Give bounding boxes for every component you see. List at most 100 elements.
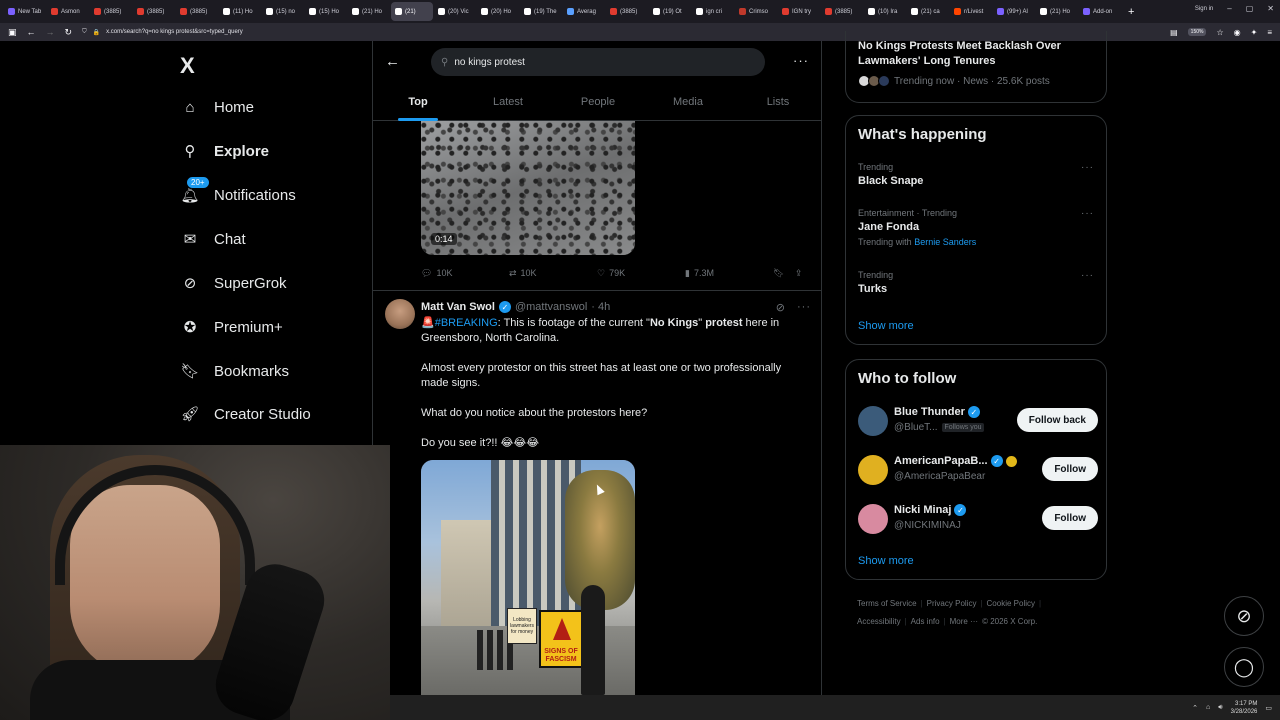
show-more-link[interactable]: Show more — [858, 555, 914, 567]
follow-suggestion[interactable]: AmericanPapaB... ✓ @AmericaPapaBear Follow — [858, 453, 1098, 489]
browser-tab[interactable]: (15) no — [262, 2, 304, 21]
author-name[interactable]: Matt Van Swol — [421, 301, 495, 313]
footer-link[interactable]: More ··· — [950, 617, 978, 626]
browser-tab[interactable]: Averag — [563, 2, 605, 21]
browser-tab[interactable]: (3885) — [133, 2, 175, 21]
share-button[interactable]: ⇪ — [795, 268, 803, 279]
browser-tab[interactable]: (21) ca — [907, 2, 949, 21]
trend-item[interactable]: Trending Black Snape ··· — [858, 162, 1098, 187]
nav-item-bookmarks[interactable]: 🔖︎ Bookmarks — [180, 357, 289, 385]
browser-tab[interactable]: (21) — [391, 2, 433, 21]
close-window-icon[interactable]: ✕ — [1267, 4, 1274, 13]
footer-link[interactable]: Ads info — [911, 617, 940, 626]
chat-fab[interactable]: ◯ — [1224, 647, 1264, 687]
forward-icon[interactable]: → — [46, 27, 55, 37]
nav-item-notifications[interactable]: 🔔︎ 20+ Notifications — [180, 176, 296, 209]
tray-chevron-icon[interactable]: ⌃ — [1192, 704, 1198, 712]
menu-icon[interactable]: ≡ — [1267, 28, 1272, 37]
nav-item-explore[interactable]: ⚲ Explore — [180, 137, 270, 165]
browser-tab[interactable]: (21) Ho — [348, 2, 390, 21]
author-handle[interactable]: @mattvanswol — [515, 301, 587, 313]
trending-news-card[interactable]: No Kings Protests Meet Backlash Over Law… — [845, 31, 1107, 103]
browser-tab[interactable]: r/Livest — [950, 2, 992, 21]
tab-lists[interactable]: Lists — [733, 83, 821, 120]
browser-tab[interactable]: Asmon — [47, 2, 89, 21]
grok-icon[interactable]: ⊘ — [776, 301, 785, 314]
follow-button[interactable]: Follow — [1042, 457, 1098, 481]
nav-item-chat[interactable]: ✉ Chat — [180, 225, 246, 253]
nav-item-creator-studio[interactable]: 🚀︎ Creator Studio — [180, 400, 310, 428]
browser-tab[interactable]: IGN try — [778, 2, 820, 21]
suggestion-name[interactable]: Nicki Minaj ✓ — [894, 504, 967, 516]
follow-button[interactable]: Follow — [1042, 506, 1098, 530]
network-icon[interactable]: ⌂ — [1206, 704, 1210, 711]
browser-tab[interactable]: (11) Ho — [219, 2, 261, 21]
footer-link[interactable]: Privacy Policy — [927, 599, 977, 608]
new-tab-icon[interactable]: + — [1128, 6, 1134, 18]
tweet-photo[interactable]: Lobbing lawmakers for money SIGNS OF FAS… — [421, 460, 635, 696]
browser-tab[interactable]: (3885) — [90, 2, 132, 21]
browser-tab[interactable]: (15) Ho — [305, 2, 347, 21]
avatar[interactable] — [385, 299, 415, 329]
browser-tab[interactable]: (3885) — [606, 2, 648, 21]
reload-icon[interactable]: ↻ — [65, 27, 73, 38]
news-headline[interactable]: No Kings Protests Meet Backlash Over Law… — [858, 39, 1088, 69]
zoom-level[interactable]: 150% — [1187, 28, 1207, 36]
avatar[interactable] — [858, 455, 888, 485]
trend-more-icon[interactable]: ··· — [1081, 162, 1094, 173]
grok-fab[interactable]: ⊘ — [1224, 596, 1264, 636]
footer-link[interactable]: © 2026 X Corp. — [982, 617, 1037, 626]
browser-tab[interactable]: (10) Ira — [864, 2, 906, 21]
footer-link[interactable]: Terms of Service — [857, 599, 917, 608]
sidebar-toggle-icon[interactable]: ▣ — [8, 27, 17, 38]
search-input[interactable]: ⚲ no kings protest — [431, 48, 765, 76]
browser-tab[interactable]: ign cri — [692, 2, 734, 21]
system-clock[interactable]: 3:17 PM 3/28/2026 — [1231, 700, 1258, 716]
sign-in-link[interactable]: Sign in — [1195, 6, 1213, 12]
footer-link[interactable]: Accessibility — [857, 617, 901, 626]
maximize-icon[interactable]: ▢ — [1246, 4, 1254, 13]
tab-latest[interactable]: Latest — [463, 83, 553, 120]
tweet-more-icon[interactable]: ··· — [797, 301, 811, 313]
follow-suggestion[interactable]: Blue Thunder ✓ @BlueT... Follows you Follow … — [858, 404, 1098, 440]
tab-top[interactable]: Top — [373, 83, 463, 120]
nav-item-premium[interactable]: ✪ Premium+ — [180, 313, 283, 341]
star-icon[interactable]: ☆ — [1216, 28, 1223, 37]
trend-item[interactable]: Trending Turks ··· — [858, 270, 1098, 295]
trend-more-icon[interactable]: ··· — [1081, 270, 1094, 281]
browser-tab[interactable]: (3885) — [821, 2, 863, 21]
footer-link[interactable]: Cookie Policy — [987, 599, 1035, 608]
tab-media[interactable]: Media — [643, 83, 733, 120]
bookmark-button[interactable]: 🔖︎ — [773, 268, 784, 279]
more-options-icon[interactable]: ··· — [793, 53, 809, 68]
browser-tab[interactable]: (20) Vic — [434, 2, 476, 21]
browser-tab[interactable]: (21) Ho — [1036, 2, 1078, 21]
x-logo[interactable]: X — [180, 53, 195, 79]
volume-icon[interactable]: 🔊︎ — [1218, 704, 1222, 712]
browser-tab[interactable]: Crimso — [735, 2, 777, 21]
trend-more-icon[interactable]: ··· — [1081, 208, 1094, 219]
hashtag-link[interactable]: #BREAKING — [435, 317, 498, 329]
notification-icon[interactable]: ▭ — [1265, 704, 1272, 712]
views-button[interactable]: ▮ 7.3M — [685, 268, 714, 279]
like-button[interactable]: ♡ 79K — [597, 268, 625, 279]
browser-tab[interactable]: (19) Ot — [649, 2, 691, 21]
trend-item[interactable]: Entertainment · Trending Jane Fonda Trendi… — [858, 208, 1098, 247]
back-arrow-icon[interactable]: ← — [385, 53, 400, 70]
nav-item-home[interactable]: ⌂ Home — [180, 93, 254, 121]
tab-people[interactable]: People — [553, 83, 643, 120]
nav-item-supergrok[interactable]: ⊘ SuperGrok — [180, 269, 287, 297]
back-icon[interactable]: ← — [27, 27, 36, 37]
extensions-icon[interactable]: ✦ — [1251, 28, 1258, 37]
reader-icon[interactable]: ▤ — [1170, 28, 1178, 37]
reply-button[interactable]: 💬︎ 10K — [421, 268, 452, 279]
video-thumbnail[interactable]: 0:14 — [421, 121, 635, 255]
suggestion-name[interactable]: Blue Thunder ✓ — [894, 406, 980, 418]
show-more-link[interactable]: Show more — [858, 320, 914, 332]
browser-tab[interactable]: (20) Ho — [477, 2, 519, 21]
avatar[interactable] — [858, 406, 888, 436]
follow-button[interactable]: Follow back — [1016, 408, 1098, 432]
tweet-time[interactable]: · 4h — [591, 301, 610, 313]
trend-with-link[interactable]: Bernie Sanders — [914, 237, 976, 247]
repost-button[interactable]: ⇄ 10K — [509, 268, 537, 279]
